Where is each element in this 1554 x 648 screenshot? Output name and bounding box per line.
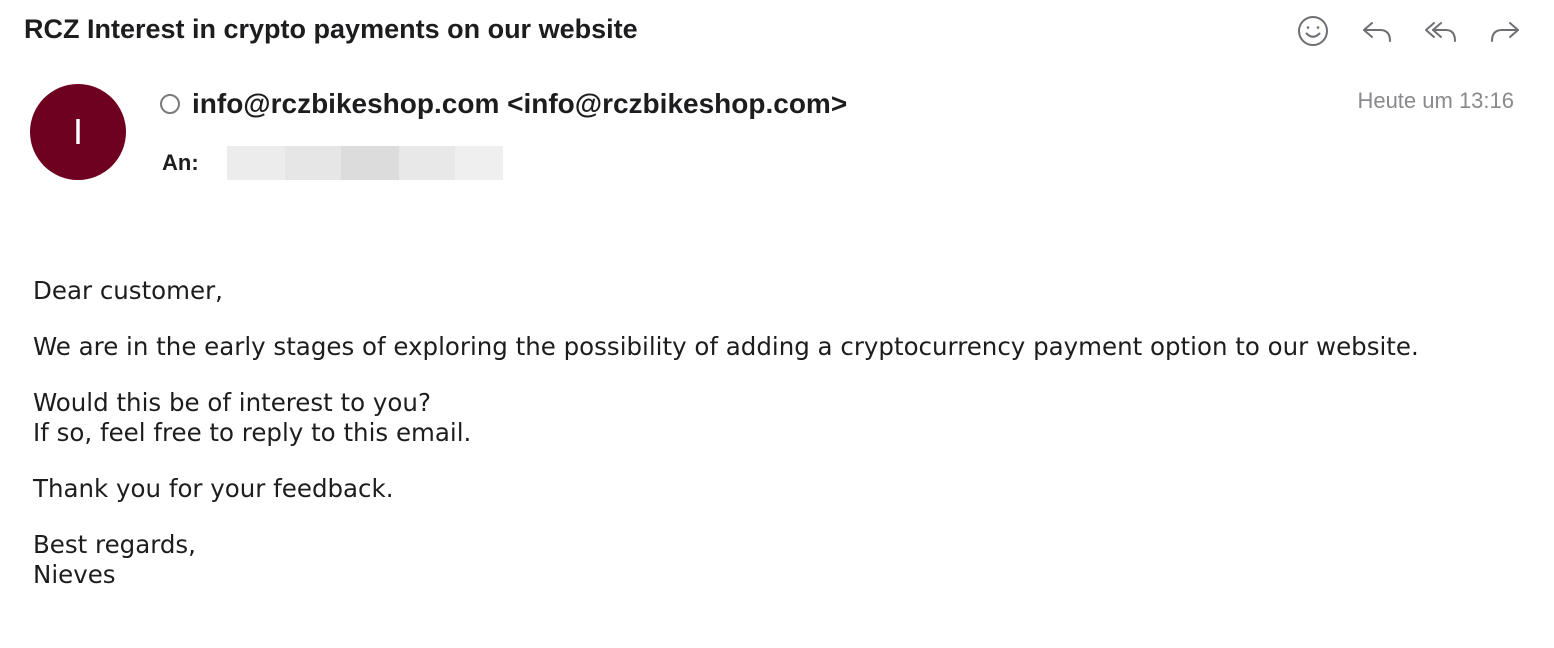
email-timestamp: Heute um 13:16: [1357, 88, 1514, 113]
email-viewer: RCZ Interest in crypto payments on our w…: [0, 0, 1554, 648]
smiley-icon: [1298, 16, 1328, 46]
thanks-line: Thank you for your feedback.: [33, 474, 394, 503]
forward-button[interactable]: [1486, 12, 1524, 50]
question-line: Would this be of interest to you?: [33, 388, 431, 417]
reply-all-button[interactable]: [1422, 12, 1460, 50]
closing: Best regards,: [33, 530, 196, 559]
email-subject: RCZ Interest in crypto payments on our w…: [24, 14, 638, 44]
unread-status-icon[interactable]: [160, 94, 180, 114]
reply-icon: [1363, 22, 1391, 42]
reply-button[interactable]: [1358, 12, 1396, 50]
greeting: Dear customer,: [33, 276, 223, 305]
reply-invitation-line: If so, feel free to reply to this email.: [33, 418, 472, 447]
reaction-button[interactable]: [1294, 12, 1332, 50]
sender-row: info@rczbikeshop.com <info@rczbikeshop.c…: [160, 88, 847, 120]
message-toolbar: [1294, 12, 1524, 50]
sender-address[interactable]: info@rczbikeshop.com <info@rczbikeshop.c…: [192, 88, 847, 120]
sender-avatar: I: [30, 84, 126, 180]
question-paragraph: Would this be of interest to you? If so,…: [33, 388, 1493, 448]
recipient-row: An:: [162, 146, 503, 180]
forward-icon: [1491, 22, 1519, 42]
to-label: An:: [162, 150, 199, 175]
reply-all-icon: [1425, 22, 1456, 42]
email-body: Dear customer, We are in the early stage…: [33, 276, 1493, 616]
signature: Nieves: [33, 560, 116, 589]
signoff: Best regards, Nieves: [33, 530, 1493, 590]
redacted-recipient: [226, 146, 503, 180]
body-paragraph: We are in the early stages of exploring …: [33, 332, 1419, 361]
